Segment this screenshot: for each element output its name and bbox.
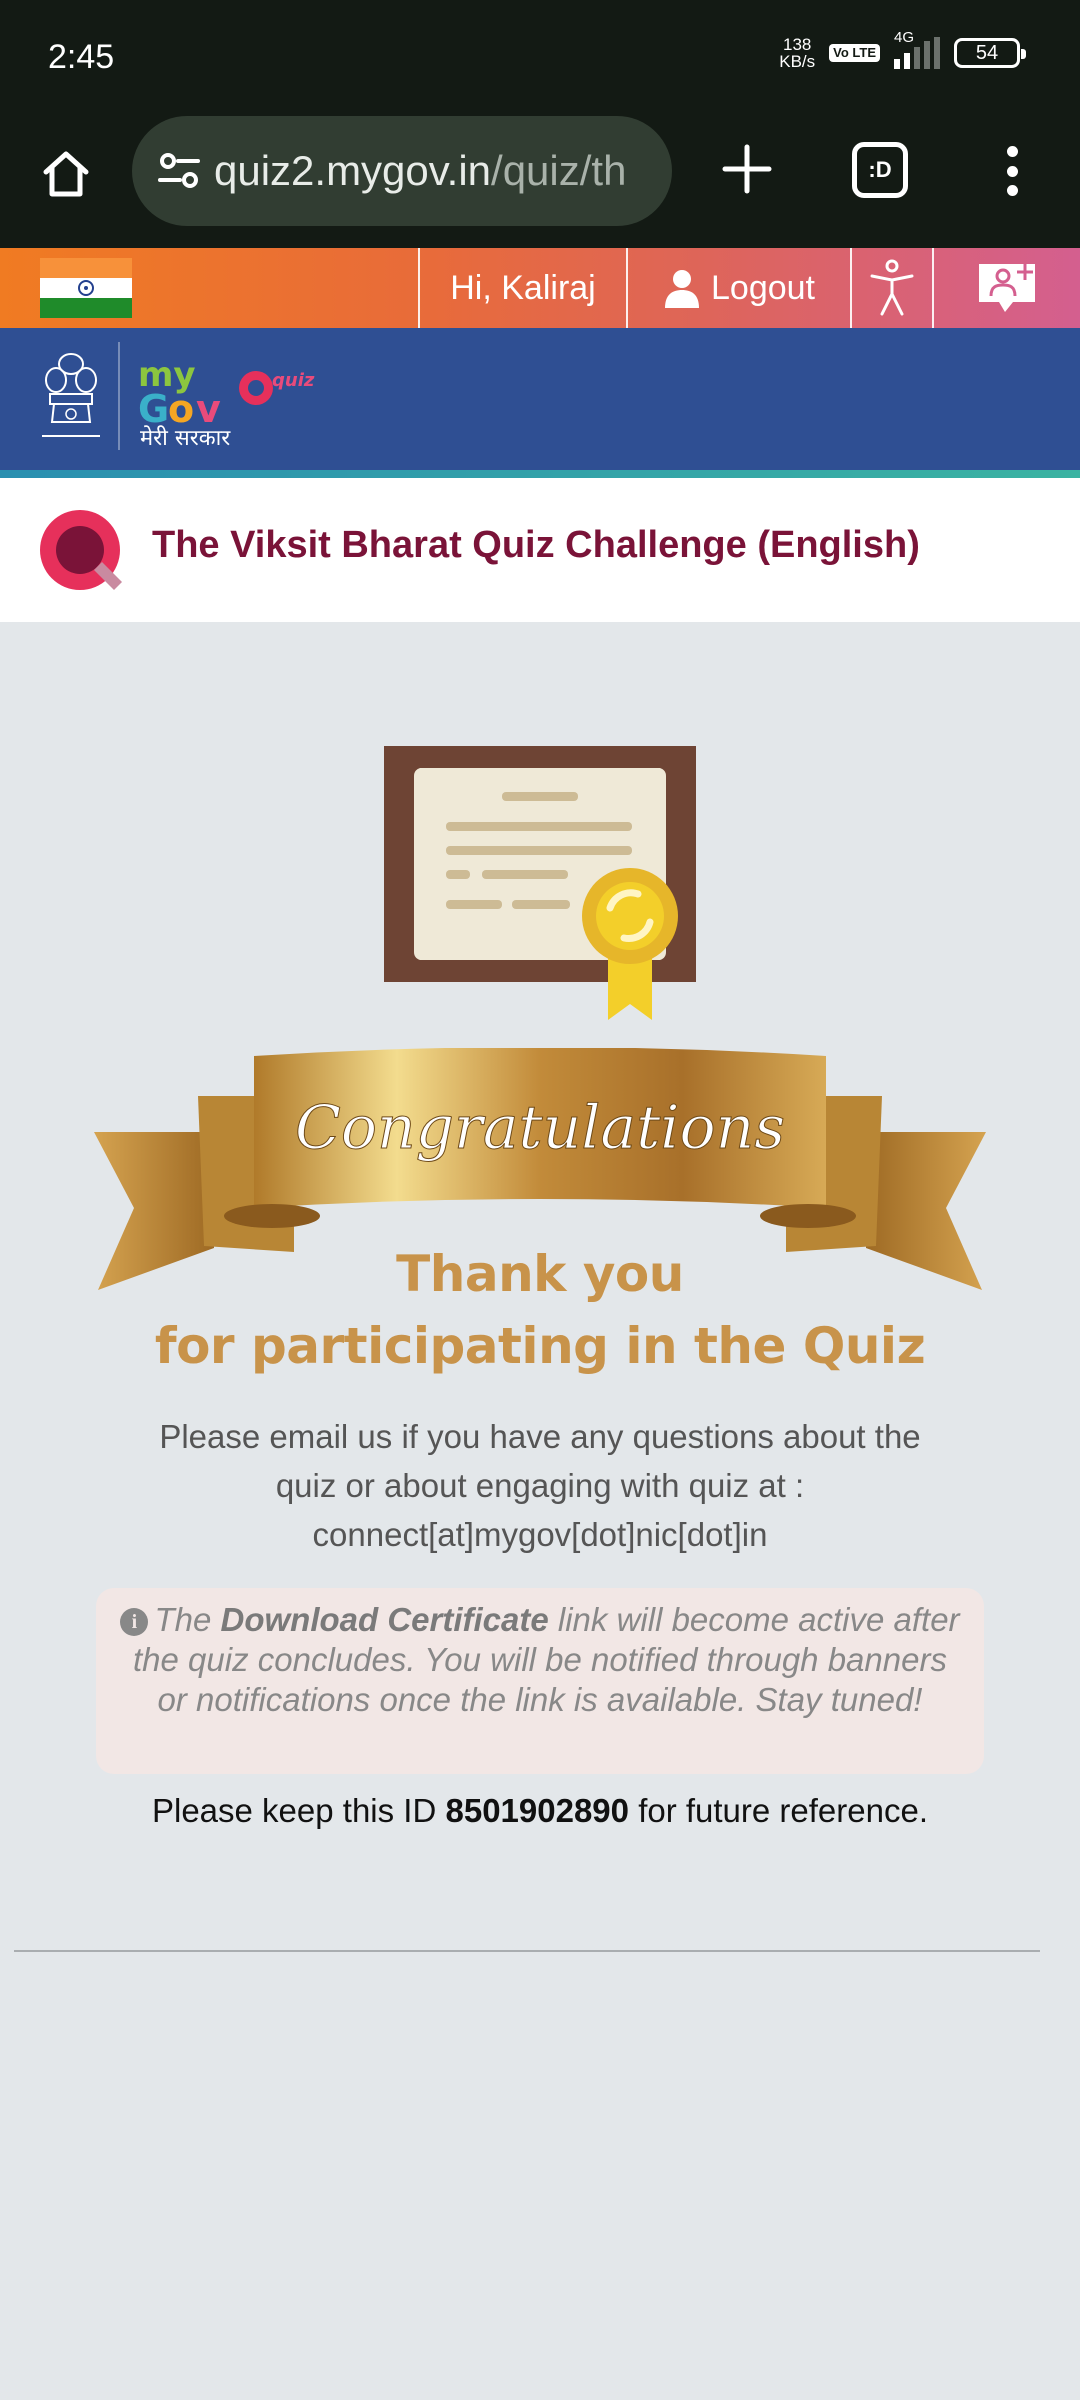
svg-text:Congratulations: Congratulations [295, 1093, 785, 1163]
add-user-chat-icon [979, 264, 1035, 312]
national-emblem-icon [42, 353, 100, 437]
status-bar: 2:45 138 KB/s Vo LTE 4G 54 [0, 0, 1080, 112]
address-bar[interactable]: quiz2.mygov.in/quiz/th [132, 116, 672, 226]
quiz-logo-icon [40, 510, 122, 590]
user-icon [665, 270, 699, 308]
menu-dot [1006, 146, 1018, 157]
plus-icon [722, 144, 772, 194]
feedback-button[interactable] [934, 248, 1080, 328]
network-speed: 138 KB/s [779, 35, 816, 71]
volte-icon: Vo LTE [829, 44, 880, 62]
reference-id: 8501902890 [445, 1792, 630, 1829]
home-icon [43, 151, 89, 197]
svg-text:quiz: quiz [272, 370, 315, 391]
signal-icon: 4G [894, 29, 940, 69]
reference-id-text: Please keep this ID 8501902890 for futur… [151, 1792, 929, 1829]
user-greeting: Hi, Kaliraj [450, 268, 596, 307]
certificate-icon [384, 746, 696, 1020]
contact-email: connect[at]mygov[dot]nic[dot]in [312, 1516, 768, 1553]
site-top-bar: Hi, Kaliraj Logout [0, 248, 1080, 328]
accessibility-button[interactable] [852, 248, 932, 328]
menu-dot [1006, 165, 1018, 177]
header-divider [118, 342, 120, 450]
site-settings-icon[interactable] [154, 146, 204, 196]
logout-button[interactable]: Logout [628, 248, 850, 328]
download-certificate-text: Download Certificate [220, 1601, 549, 1638]
logout-label: Logout [711, 268, 815, 307]
status-icons: 138 KB/s Vo LTE 4G 54 [779, 29, 1026, 71]
home-button[interactable] [30, 138, 102, 210]
status-time: 2:45 [48, 38, 115, 76]
certificate-notice: i The Download Certificate link will beco… [96, 1588, 984, 1774]
battery-icon: 54 [954, 38, 1026, 68]
header-accent-line [0, 470, 1080, 478]
tab-switcher-button[interactable]: :D [852, 142, 908, 198]
site-header: my G o v quiz मेरी सरकार [0, 328, 1080, 478]
india-flag-icon [40, 258, 132, 318]
accessibility-icon [870, 259, 914, 316]
info-icon: i [120, 1608, 149, 1636]
contact-email-text: Please email us if you have any question… [100, 1412, 980, 1559]
quiz-title-bar: The Viksit Bharat Quiz Challenge (Englis… [0, 478, 1080, 622]
new-tab-button[interactable] [712, 134, 782, 204]
content-divider [14, 1950, 1040, 1952]
quiz-title: The Viksit Bharat Quiz Challenge (Englis… [152, 524, 920, 566]
browser-toolbar: quiz2.mygov.in/quiz/th :D [0, 112, 1080, 248]
menu-dot [1006, 185, 1018, 196]
more-menu-button[interactable] [990, 136, 1034, 206]
logo-subtitle: मेरी सरकार [140, 426, 231, 451]
thank-you-heading: Thank you for participating in the Quiz [154, 1245, 926, 1375]
url-text: quiz2.mygov.in/quiz/th [214, 147, 627, 194]
